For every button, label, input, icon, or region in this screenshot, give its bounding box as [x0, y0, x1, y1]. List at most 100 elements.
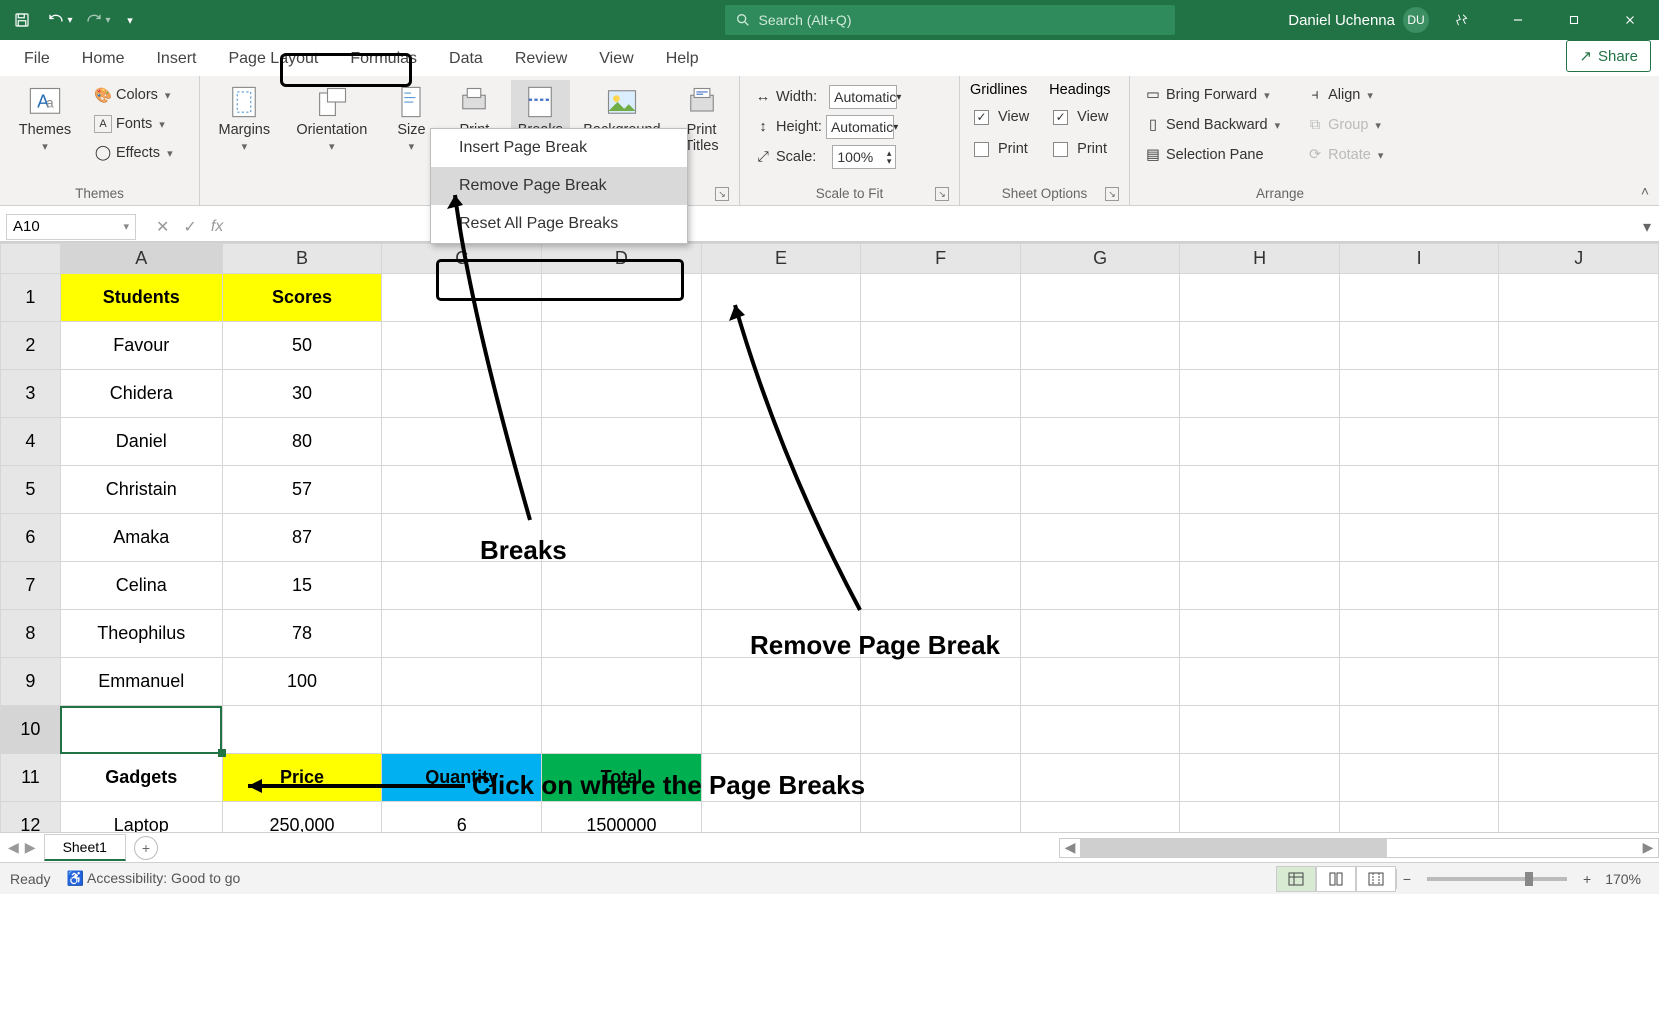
effects-button[interactable]: ◯Effects [90, 140, 177, 166]
cell-B1[interactable]: Scores [222, 274, 382, 322]
expand-formula-bar-icon[interactable]: ▾ [1643, 217, 1651, 237]
margins-button[interactable]: Margins▾ [210, 80, 279, 157]
status-accessibility[interactable]: ♿ Accessibility: Good to go [66, 870, 240, 887]
cell-A5[interactable]: Christain [60, 466, 222, 514]
column-header-C[interactable]: C [382, 244, 542, 274]
cell-C12[interactable]: 6 [382, 802, 542, 833]
cell-F9[interactable] [861, 658, 1021, 706]
sheet-options-launcher[interactable]: ↘ [1105, 187, 1119, 201]
cell-H6[interactable] [1180, 514, 1340, 562]
row-header-6[interactable]: 6 [1, 514, 61, 562]
cell-G10[interactable] [1020, 706, 1180, 754]
sheet-next-icon[interactable]: ▶ [25, 839, 36, 856]
cell-G12[interactable] [1020, 802, 1180, 833]
orientation-button[interactable]: Orientation▾ [289, 80, 375, 157]
column-header-I[interactable]: I [1339, 244, 1499, 274]
view-page-break-button[interactable] [1356, 866, 1396, 892]
tab-view[interactable]: View [583, 42, 649, 76]
row-header-10[interactable]: 10 [1, 706, 61, 754]
cell-J4[interactable] [1499, 418, 1659, 466]
cell-G7[interactable] [1020, 562, 1180, 610]
cell-D5[interactable] [542, 466, 702, 514]
themes-button[interactable]: Aa Themes▾ [10, 80, 80, 157]
close-button[interactable] [1607, 0, 1653, 40]
cell-I7[interactable] [1339, 562, 1499, 610]
cell-B5[interactable]: 57 [222, 466, 382, 514]
row-header-3[interactable]: 3 [1, 370, 61, 418]
zoom-level[interactable]: 170% [1597, 871, 1649, 887]
tab-help[interactable]: Help [650, 42, 715, 76]
cell-J10[interactable] [1499, 706, 1659, 754]
mode-switch-icon[interactable] [1439, 0, 1485, 40]
cell-J11[interactable] [1499, 754, 1659, 802]
collapse-ribbon-button[interactable]: ˄ [1641, 183, 1649, 199]
cell-H7[interactable] [1180, 562, 1340, 610]
column-header-J[interactable]: J [1499, 244, 1659, 274]
cell-B3[interactable]: 30 [222, 370, 382, 418]
group-button[interactable]: ⧉Group [1302, 112, 1387, 138]
cell-C9[interactable] [382, 658, 542, 706]
row-header-7[interactable]: 7 [1, 562, 61, 610]
cell-D2[interactable] [542, 322, 702, 370]
column-header-A[interactable]: A [60, 244, 222, 274]
tab-home[interactable]: Home [66, 42, 141, 76]
cell-C3[interactable] [382, 370, 542, 418]
cell-E10[interactable] [701, 706, 861, 754]
cell-H10[interactable] [1180, 706, 1340, 754]
scale-spinner[interactable]: 100%▴▾ [832, 145, 896, 169]
cell-G3[interactable] [1020, 370, 1180, 418]
cell-I2[interactable] [1339, 322, 1499, 370]
cell-B6[interactable]: 87 [222, 514, 382, 562]
cell-C8[interactable] [382, 610, 542, 658]
cell-I6[interactable] [1339, 514, 1499, 562]
cell-F3[interactable] [861, 370, 1021, 418]
column-header-E[interactable]: E [701, 244, 861, 274]
menu-remove-page-break[interactable]: Remove Page Break [431, 167, 687, 205]
cell-E3[interactable] [701, 370, 861, 418]
cell-G2[interactable] [1020, 322, 1180, 370]
row-header-5[interactable]: 5 [1, 466, 61, 514]
cell-I11[interactable] [1339, 754, 1499, 802]
cell-D9[interactable] [542, 658, 702, 706]
selection-pane-button[interactable]: ▤Selection Pane [1140, 142, 1284, 168]
cell-B9[interactable]: 100 [222, 658, 382, 706]
redo-icon[interactable]: ▾ [82, 6, 114, 34]
cell-G11[interactable] [1020, 754, 1180, 802]
cell-E7[interactable] [701, 562, 861, 610]
cell-F8[interactable] [861, 610, 1021, 658]
tab-review[interactable]: Review [499, 42, 583, 76]
share-button[interactable]: ↗Share [1566, 40, 1651, 72]
cancel-formula-icon[interactable]: ✕ [156, 217, 169, 237]
user-account[interactable]: Daniel Uchenna DU [1288, 7, 1429, 33]
cell-E1[interactable] [701, 274, 861, 322]
cell-E9[interactable] [701, 658, 861, 706]
sheet-tab-sheet1[interactable]: Sheet1 [44, 834, 126, 861]
cell-B12[interactable]: 250,000 [222, 802, 382, 833]
cell-G6[interactable] [1020, 514, 1180, 562]
cell-C5[interactable] [382, 466, 542, 514]
cell-A1[interactable]: Students [60, 274, 222, 322]
cell-D1[interactable] [542, 274, 702, 322]
save-icon[interactable] [6, 6, 38, 34]
cell-H11[interactable] [1180, 754, 1340, 802]
cell-F6[interactable] [861, 514, 1021, 562]
cell-B7[interactable]: 15 [222, 562, 382, 610]
horizontal-scrollbar[interactable]: ◀ ▶ [1059, 838, 1659, 858]
enter-formula-icon[interactable]: ✓ [183, 217, 196, 237]
column-header-F[interactable]: F [861, 244, 1021, 274]
menu-insert-page-break[interactable]: Insert Page Break [431, 129, 687, 167]
cell-H1[interactable] [1180, 274, 1340, 322]
cell-E8[interactable] [701, 610, 861, 658]
cell-J8[interactable] [1499, 610, 1659, 658]
cell-F11[interactable] [861, 754, 1021, 802]
cell-C7[interactable] [382, 562, 542, 610]
fonts-button[interactable]: AFonts [90, 111, 177, 137]
cell-A12[interactable]: Laptop [60, 802, 222, 833]
cell-C1[interactable] [382, 274, 542, 322]
cell-G1[interactable] [1020, 274, 1180, 322]
cell-B11[interactable]: Price [222, 754, 382, 802]
minimize-button[interactable] [1495, 0, 1541, 40]
maximize-button[interactable] [1551, 0, 1597, 40]
cell-G9[interactable] [1020, 658, 1180, 706]
cell-H5[interactable] [1180, 466, 1340, 514]
